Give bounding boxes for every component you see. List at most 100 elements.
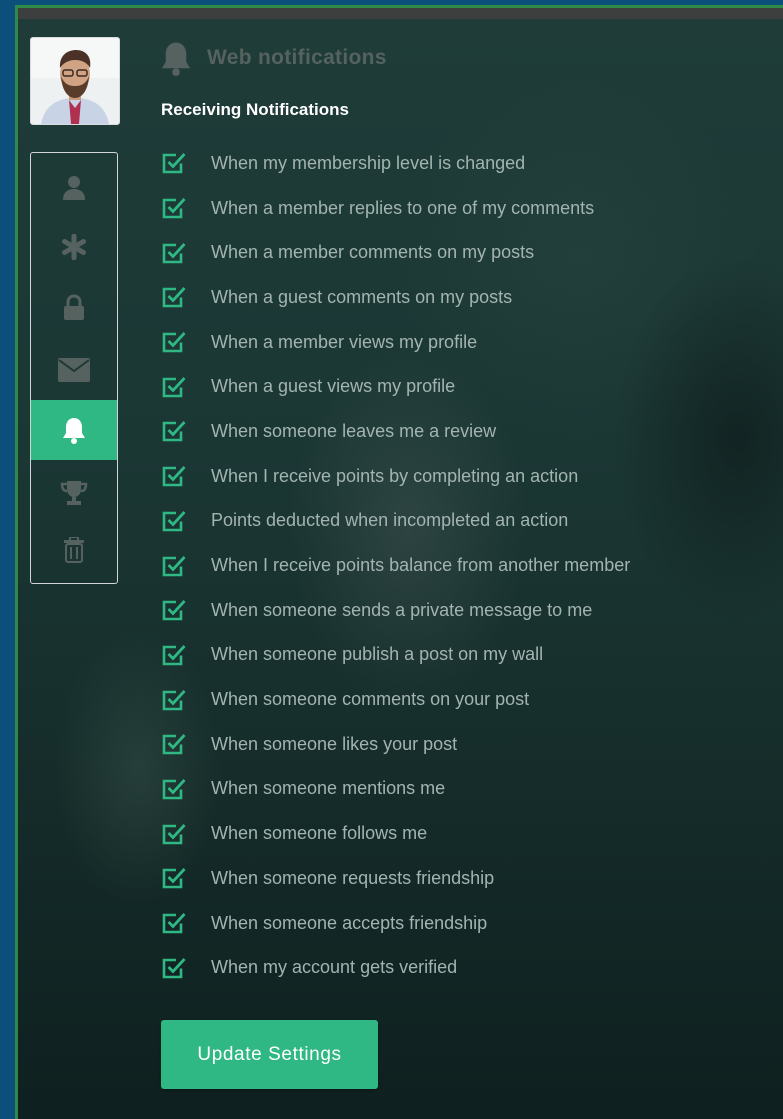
sidebar-item-general[interactable] xyxy=(31,217,117,277)
list-item: When a guest views my profile xyxy=(161,364,630,409)
checked-box-icon xyxy=(162,242,186,264)
checkbox[interactable] xyxy=(161,865,187,891)
list-item: When my membership level is changed xyxy=(161,141,630,186)
notification-label[interactable]: When someone mentions me xyxy=(211,778,445,799)
list-item: When a member comments on my posts xyxy=(161,230,630,275)
notification-label[interactable]: When someone accepts friendship xyxy=(211,913,487,934)
checked-box-icon xyxy=(162,421,186,442)
top-bar xyxy=(18,8,783,19)
notification-label[interactable]: When I receive points balance from anoth… xyxy=(211,555,630,576)
checkbox[interactable] xyxy=(161,284,187,310)
notification-label[interactable]: When a guest views my profile xyxy=(211,376,455,397)
checkbox[interactable] xyxy=(161,955,187,981)
checked-box-icon xyxy=(162,376,186,398)
list-item: When I receive points balance from anoth… xyxy=(161,543,630,588)
checked-box-icon xyxy=(162,510,186,532)
notification-label[interactable]: When someone requests friendship xyxy=(211,868,494,889)
checked-box-icon xyxy=(162,957,186,979)
checked-box-icon xyxy=(162,779,186,800)
page-header: Web notifications xyxy=(159,38,387,78)
checked-box-icon xyxy=(162,734,186,755)
list-item: When my account gets verified xyxy=(161,945,630,990)
checkbox[interactable] xyxy=(161,910,187,936)
notification-label[interactable]: When someone follows me xyxy=(211,823,427,844)
list-item: When someone sends a private message to … xyxy=(161,588,630,633)
checkbox[interactable] xyxy=(161,195,187,221)
notification-label[interactable]: When a guest comments on my posts xyxy=(211,287,512,308)
checkbox[interactable] xyxy=(161,374,187,400)
checkbox[interactable] xyxy=(161,418,187,444)
checkbox[interactable] xyxy=(161,776,187,802)
notification-list: When my membership level is changed When … xyxy=(161,141,630,990)
sidebar-item-profile[interactable] xyxy=(31,157,117,217)
checked-box-icon xyxy=(162,555,186,576)
checkbox[interactable] xyxy=(161,463,187,489)
asterisk-icon xyxy=(62,234,86,260)
checked-box-icon xyxy=(162,913,186,934)
notification-label[interactable]: When my account gets verified xyxy=(211,957,457,978)
bell-icon xyxy=(161,42,191,76)
notification-label[interactable]: When someone leaves me a review xyxy=(211,421,496,442)
sidebar-item-messages[interactable] xyxy=(31,340,117,400)
avatar[interactable] xyxy=(30,37,120,125)
list-item: When someone requests friendship xyxy=(161,856,630,901)
trophy-icon xyxy=(60,481,88,505)
sidebar-item-delete-account[interactable] xyxy=(31,525,117,575)
notification-label[interactable]: When someone sends a private message to … xyxy=(211,600,592,621)
checked-box-icon xyxy=(162,644,186,666)
notification-label[interactable]: Points deducted when incompleted an acti… xyxy=(211,510,568,531)
list-item: When a member replies to one of my comme… xyxy=(161,186,630,231)
update-settings-button[interactable]: Update Settings xyxy=(161,1020,378,1089)
checked-box-icon xyxy=(162,600,186,621)
bell-icon xyxy=(63,418,85,444)
user-icon xyxy=(63,176,85,200)
section-title: Receiving Notifications xyxy=(161,100,349,119)
list-item: When someone follows me xyxy=(161,811,630,856)
sidebar-item-points[interactable] xyxy=(31,463,117,523)
notification-label[interactable]: When a member replies to one of my comme… xyxy=(211,198,594,219)
checkbox[interactable] xyxy=(161,240,187,266)
envelope-icon xyxy=(58,358,90,382)
notification-label[interactable]: When someone comments on your post xyxy=(211,689,529,710)
page-title: Web notifications xyxy=(207,46,387,69)
checked-box-icon xyxy=(162,287,186,308)
checkbox[interactable] xyxy=(161,150,187,176)
list-item: When someone comments on your post xyxy=(161,677,630,722)
trash-icon xyxy=(64,537,84,563)
list-item: When someone leaves me a review xyxy=(161,409,630,454)
list-item: When someone likes your post xyxy=(161,722,630,767)
checkbox[interactable] xyxy=(161,642,187,668)
checkbox[interactable] xyxy=(161,329,187,355)
notification-label[interactable]: When someone publish a post on my wall xyxy=(211,644,543,665)
notification-label[interactable]: When my membership level is changed xyxy=(211,153,525,174)
notification-label[interactable]: When a member views my profile xyxy=(211,332,477,353)
checkbox[interactable] xyxy=(161,821,187,847)
list-item: Points deducted when incompleted an acti… xyxy=(161,499,630,544)
checkbox[interactable] xyxy=(161,508,187,534)
checkbox[interactable] xyxy=(161,731,187,757)
checked-box-icon xyxy=(162,153,186,174)
checkbox[interactable] xyxy=(161,553,187,579)
list-item: When a member views my profile xyxy=(161,320,630,365)
list-item: When someone accepts friendship xyxy=(161,901,630,946)
settings-sidebar xyxy=(30,152,118,584)
list-item: When I receive points by completing an a… xyxy=(161,454,630,499)
checked-box-icon xyxy=(162,689,186,710)
notification-label[interactable]: When I receive points by completing an a… xyxy=(211,466,578,487)
list-item: When someone mentions me xyxy=(161,767,630,812)
sidebar-item-password[interactable] xyxy=(31,277,117,337)
settings-panel: Web notifications Receiving Notification… xyxy=(15,5,783,1119)
notification-label[interactable]: When someone likes your post xyxy=(211,734,457,755)
checked-box-icon xyxy=(162,868,186,889)
list-item: When a guest comments on my posts xyxy=(161,275,630,320)
lock-icon xyxy=(64,294,84,320)
avatar-image xyxy=(31,38,119,124)
checked-box-icon xyxy=(162,823,186,844)
checked-box-icon xyxy=(162,332,186,353)
notification-label[interactable]: When a member comments on my posts xyxy=(211,242,534,263)
checked-box-icon xyxy=(162,466,186,487)
sidebar-item-notifications[interactable] xyxy=(31,400,117,460)
checkbox[interactable] xyxy=(161,597,187,623)
checkbox[interactable] xyxy=(161,687,187,713)
list-item: When someone publish a post on my wall xyxy=(161,633,630,678)
